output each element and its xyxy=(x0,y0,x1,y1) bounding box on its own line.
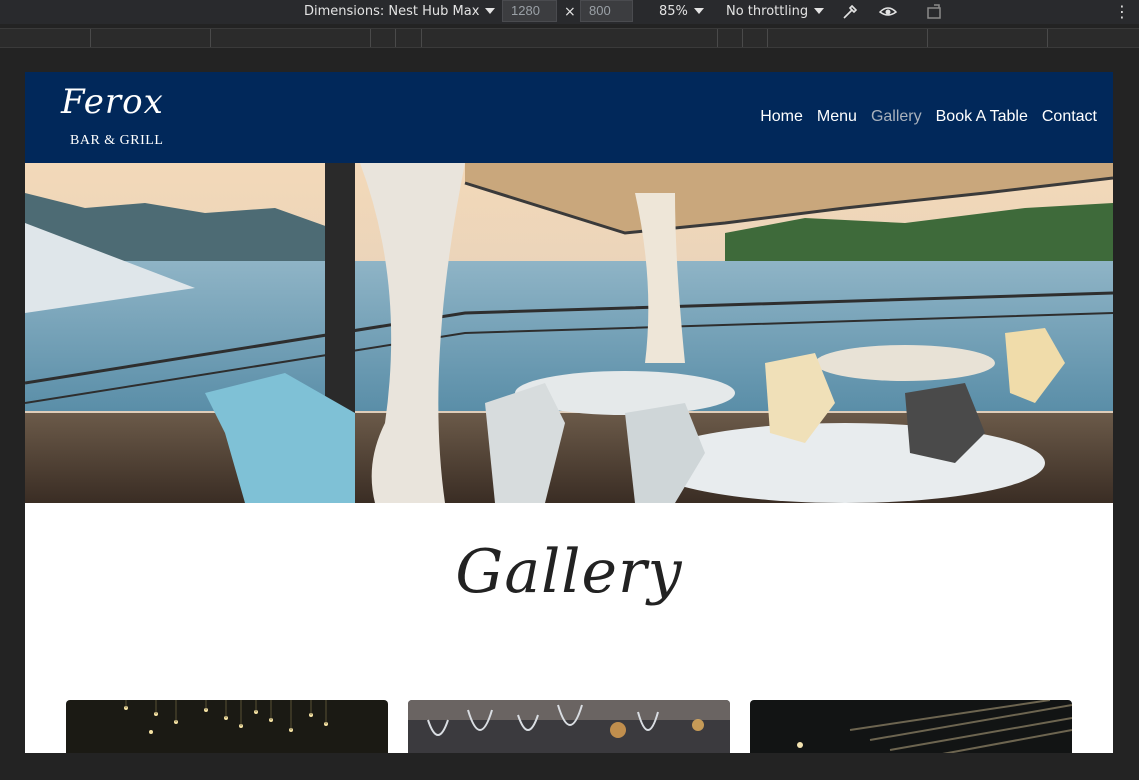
eyedropper-icon[interactable] xyxy=(840,2,860,22)
page-title: Gallery xyxy=(455,537,683,607)
nav-menu[interactable]: Menu xyxy=(817,108,857,126)
nav-contact[interactable]: Contact xyxy=(1042,108,1097,126)
device-selector[interactable]: Dimensions: Nest Hub Max xyxy=(304,0,496,24)
chevron-down-icon xyxy=(693,7,704,14)
nav-book-a-table[interactable]: Book A Table xyxy=(936,108,1028,126)
nav-home[interactable]: Home xyxy=(760,108,803,126)
logo-subtitle: BAR & GRILL xyxy=(70,133,164,148)
media-query-ruler xyxy=(0,28,1139,48)
main-nav: Home Menu Gallery Book A Table Contact xyxy=(760,108,1097,126)
throttling-label: No throttling xyxy=(726,4,809,19)
site-header: Ferox BAR & GRILL Home Menu Gallery Book… xyxy=(25,72,1113,163)
logo-script[interactable]: Ferox xyxy=(61,82,164,122)
dimension-separator: × xyxy=(564,4,576,20)
device-selector-label: Dimensions: Nest Hub Max xyxy=(304,4,480,19)
hero-image xyxy=(25,163,1113,503)
gallery-thumb-chandelier[interactable] xyxy=(66,700,388,753)
chevron-down-icon xyxy=(485,7,496,14)
gallery-thumb-wine-glasses[interactable] xyxy=(408,700,730,753)
gallery-thumb-dark-ceiling[interactable] xyxy=(750,700,1072,753)
device-viewport: Ferox BAR & GRILL Home Menu Gallery Book… xyxy=(25,72,1113,753)
devtools-device-toolbar: Dimensions: Nest Hub Max × 85% No thrott… xyxy=(0,0,1139,24)
width-input[interactable] xyxy=(502,0,557,22)
height-input[interactable] xyxy=(580,0,633,22)
nav-gallery[interactable]: Gallery xyxy=(871,108,922,126)
rotate-icon[interactable] xyxy=(925,2,945,22)
zoom-selector[interactable]: 85% xyxy=(659,0,704,24)
eye-icon[interactable] xyxy=(878,2,898,22)
throttling-selector[interactable]: No throttling xyxy=(726,0,825,24)
zoom-label: 85% xyxy=(659,4,688,19)
more-options-icon[interactable]: ⋮ xyxy=(1114,0,1131,24)
chevron-down-icon xyxy=(814,7,825,14)
